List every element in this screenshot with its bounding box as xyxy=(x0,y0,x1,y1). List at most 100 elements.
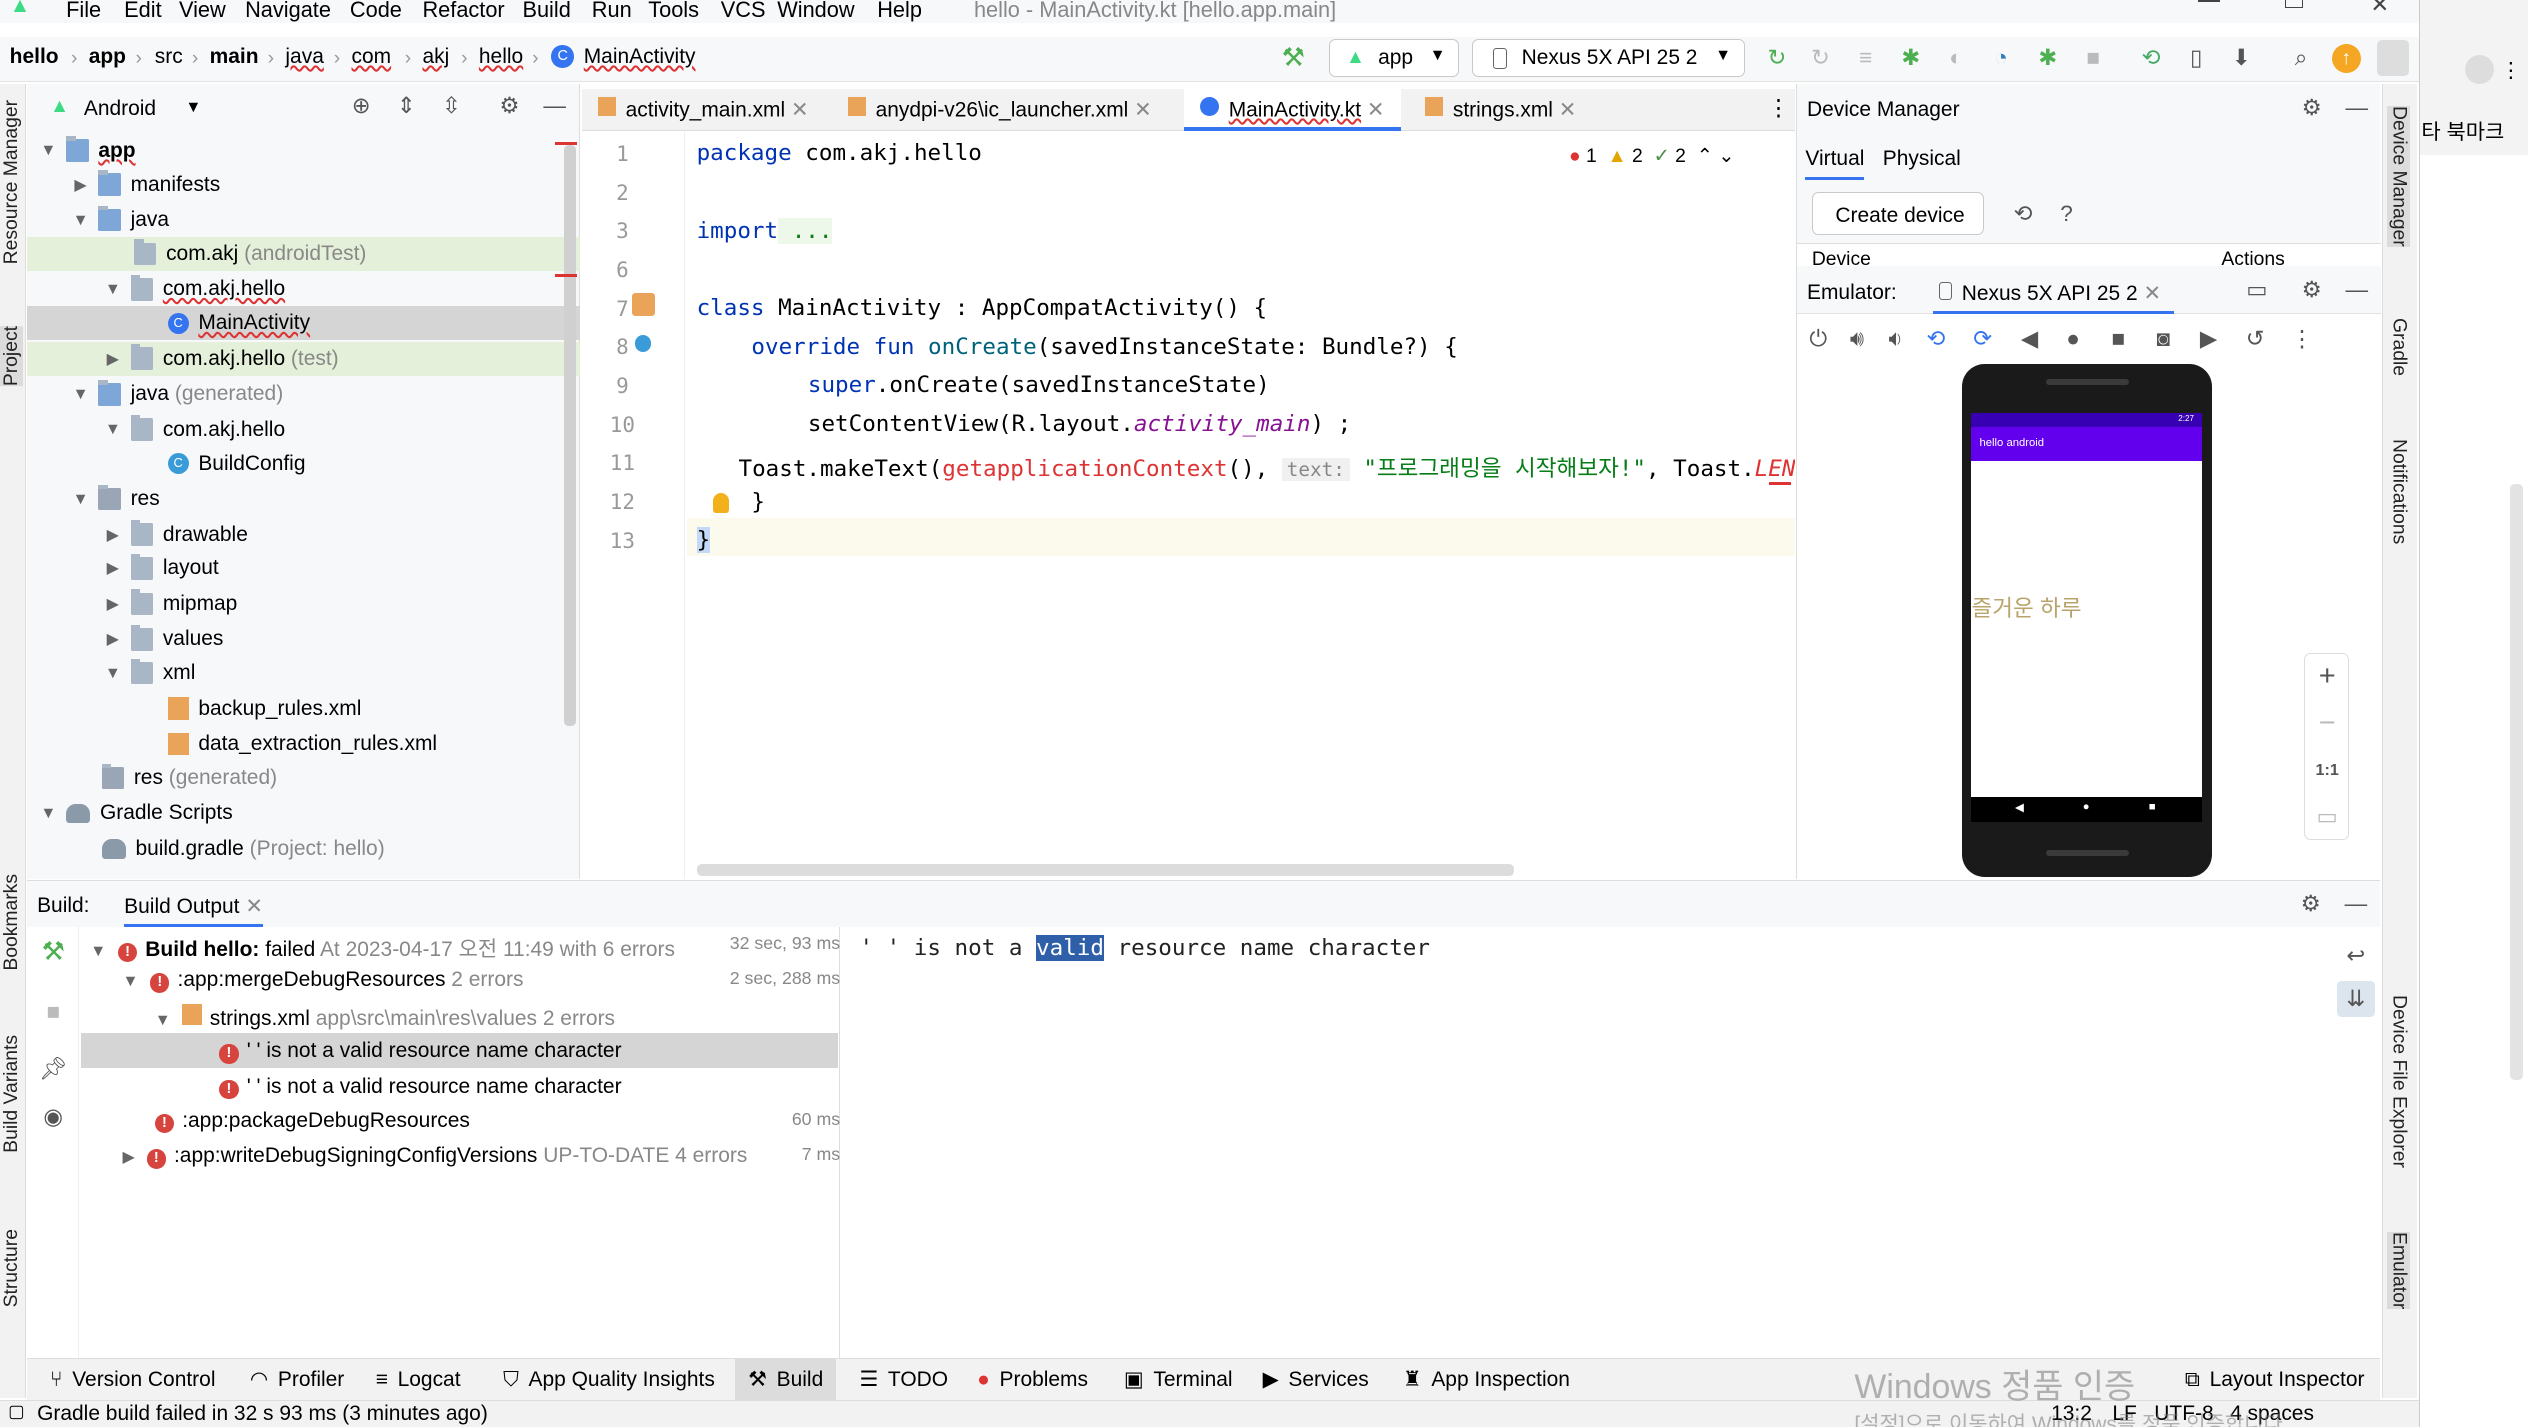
volume-down-icon[interactable]: 🔉︎ xyxy=(1881,324,1910,353)
tool-project[interactable]: Project xyxy=(0,325,23,386)
tab-activity-main-xml[interactable]: activity_main.xml ✕ xyxy=(598,96,809,122)
menu-run[interactable]: Run xyxy=(592,0,632,23)
tool-resource-manager[interactable]: Resource Manager xyxy=(0,100,23,264)
attach-debugger-icon[interactable]: ◐ xyxy=(1940,42,1972,74)
tool-gradle[interactable]: Gradle xyxy=(2387,318,2410,376)
collapse-all-icon[interactable]: ⇳ xyxy=(437,92,466,121)
close-tab-icon[interactable]: ✕ xyxy=(2143,282,2161,305)
more-icon[interactable]: ⋮ xyxy=(2288,324,2317,353)
apply-code-changes-icon[interactable]: ≡ xyxy=(1850,42,1882,74)
breadcrumb-src[interactable]: src xyxy=(155,45,183,69)
breadcrumb-main[interactable]: main xyxy=(210,45,259,69)
breadcrumb-hello-pkg[interactable]: hello xyxy=(479,45,523,69)
overview-icon[interactable]: ■ xyxy=(2104,324,2133,353)
code-line-9[interactable]: super.onCreate(savedInstanceState) xyxy=(808,372,1270,398)
tab-strings-xml[interactable]: strings.xml ✕ xyxy=(1425,96,1577,122)
search-icon[interactable]: ⌕ xyxy=(2285,42,2317,74)
tree-item-com-akj-hello[interactable]: ▼ com.akj.hello xyxy=(102,273,285,307)
device-manager-toolbar-icon[interactable]: ▯ xyxy=(2180,42,2212,74)
browser-avatar-icon[interactable] xyxy=(2464,54,2494,84)
tree-item-res[interactable]: ▼ res xyxy=(69,482,160,516)
stop-build-icon[interactable]: ■ xyxy=(37,996,69,1028)
code-line-1[interactable]: package com.akj.hello xyxy=(697,140,982,166)
code-line-7[interactable]: class MainActivity : AppCompatActivity()… xyxy=(697,295,1268,321)
account-icon[interactable] xyxy=(2376,40,2410,76)
power-icon[interactable]: ⏻ xyxy=(1804,324,1833,353)
tree-item-java-generated[interactable]: ▼ java (generated) xyxy=(69,377,283,411)
help-icon[interactable]: ? xyxy=(2052,200,2081,229)
sync-gradle-icon[interactable]: ⟲ xyxy=(2135,42,2167,74)
breadcrumb-mainactivity[interactable]: MainActivity xyxy=(584,45,696,69)
hide-icon[interactable]: — xyxy=(2342,94,2371,123)
scroll-to-end-icon[interactable]: ⇊ xyxy=(2336,981,2376,1017)
zoom-fit-icon[interactable]: ▭ xyxy=(2311,799,2343,834)
breadcrumb-akj[interactable]: akj xyxy=(422,45,449,69)
build-row-error-1[interactable]: ! ' ' is not a valid resource name charac… xyxy=(80,1032,839,1069)
close-window-icon[interactable]: ✕ xyxy=(2370,0,2389,18)
column-device[interactable]: Device xyxy=(1812,248,1871,266)
tab-services[interactable]: ▶ Services xyxy=(1263,1359,1369,1401)
bookmarks-label[interactable]: 타 북마크 xyxy=(2421,116,2504,146)
menu-window[interactable]: Window xyxy=(777,0,854,23)
tab-app-inspection[interactable]: ♜ App Inspection xyxy=(1403,1359,1570,1401)
menu-edit[interactable]: Edit xyxy=(124,0,161,23)
chevron-up-icon[interactable]: ⌃ xyxy=(1697,145,1713,167)
tree-item-buildconfig[interactable]: C BuildConfig xyxy=(167,447,305,481)
tree-item-xml[interactable]: ▼ xml xyxy=(102,656,195,690)
tab-version-control[interactable]: ⑂ Version Control xyxy=(50,1359,216,1401)
zoom-out-icon[interactable]: − xyxy=(2311,706,2343,741)
debug-icon[interactable]: ✱ xyxy=(1895,42,1927,74)
tool-device-manager[interactable]: Device Manager xyxy=(2387,106,2411,248)
tree-item-com-akj-hello-test[interactable]: ▶ com.akj.hello (test) xyxy=(27,341,581,376)
close-tab-icon[interactable]: ✕ xyxy=(1559,98,1577,121)
create-device-button[interactable]: Create device xyxy=(1811,191,1985,236)
soft-wrap-icon[interactable]: ↩ xyxy=(2341,941,2370,970)
tab-mainactivity-kt[interactable]: MainActivity.kt ✕ xyxy=(1183,88,1401,131)
window-mode-icon[interactable]: ▭ xyxy=(2242,276,2271,305)
tool-build-variants[interactable]: Build Variants xyxy=(0,1035,23,1153)
rerun-icon[interactable]: ↻ xyxy=(1761,42,1793,74)
locate-icon[interactable]: ⊕ xyxy=(347,92,376,121)
tree-item-backup-rules[interactable]: backup_rules.xml xyxy=(167,692,361,726)
tree-item-gradle-scripts[interactable]: ▼ Gradle Scripts xyxy=(37,797,232,831)
zoom-actual-size[interactable]: 1:1 xyxy=(2311,752,2343,787)
nav-recents-icon[interactable]: ■ xyxy=(2149,801,2156,813)
lightbulb-icon[interactable] xyxy=(712,493,729,513)
code-line-3[interactable]: import ... xyxy=(697,217,833,244)
build-row-merge[interactable]: ▼ !:app:mergeDebugResources 2 errors 2 se… xyxy=(123,968,840,993)
tab-build[interactable]: ⚒ Build xyxy=(735,1358,837,1401)
rotate-left-icon[interactable]: ⟲ xyxy=(1921,324,1950,353)
more-tabs-icon[interactable]: ⋮ xyxy=(1767,95,1790,121)
code-line-10[interactable]: setContentView(R.layout.activity_main) ; xyxy=(808,411,1351,437)
stop-icon[interactable]: ■ xyxy=(2077,42,2109,74)
build-detail-output[interactable]: ' ' is not a valid resource name charact… xyxy=(859,934,1430,961)
menu-help[interactable]: Help xyxy=(877,0,922,23)
chevron-down-icon[interactable]: ⌄ xyxy=(1718,145,1734,167)
project-scrollbar[interactable] xyxy=(564,145,576,726)
camera-icon[interactable]: ◙ xyxy=(2149,324,2178,353)
tree-item-values[interactable]: ▶ values xyxy=(102,622,223,656)
menu-build[interactable]: Build xyxy=(522,0,570,23)
code-line-11[interactable]: Toast.makeText(getapplicationContext(), … xyxy=(739,450,1795,483)
reset-icon[interactable]: ↺ xyxy=(2241,324,2270,353)
back-icon[interactable]: ◀ xyxy=(2015,324,2044,353)
gear-icon[interactable]: ⚙ xyxy=(2297,276,2326,305)
attach-process-icon[interactable]: ✱ xyxy=(2032,42,2064,74)
maximize-icon[interactable] xyxy=(2284,0,2303,9)
code-line-12[interactable]: } xyxy=(751,489,765,515)
inspection-widget[interactable]: ● 1 ▲ 2 ✓ 2 ⌃ ⌄ xyxy=(1569,144,1779,173)
tree-item-data-extraction-rules[interactable]: data_extraction_rules.xml xyxy=(167,727,437,761)
pin-icon[interactable]: 📌︎ xyxy=(37,1052,69,1084)
project-view-mode[interactable]: Android xyxy=(84,97,156,121)
tree-item-mainactivity[interactable]: C MainActivity xyxy=(27,306,581,341)
tree-item-com-akj-hello-generated[interactable]: ▼ com.akj.hello xyxy=(102,413,285,447)
tab-profiler[interactable]: ◠ Profiler xyxy=(250,1359,344,1401)
gear-icon[interactable]: ⚙ xyxy=(495,92,524,121)
emulator-tab[interactable]: Nexus 5X API 25 2 ✕ xyxy=(1932,269,2174,315)
refresh-icon[interactable]: ⟲ xyxy=(2009,200,2038,229)
build-row-strings-xml[interactable]: ▼ strings.xml app\src\main\res\values 2 … xyxy=(155,1003,615,1031)
nav-back-icon[interactable]: ◀ xyxy=(2015,801,2024,814)
code-line-13[interactable]: } xyxy=(696,527,711,554)
breadcrumb-com[interactable]: com xyxy=(352,45,392,69)
close-tab-icon[interactable]: ✕ xyxy=(245,895,263,918)
